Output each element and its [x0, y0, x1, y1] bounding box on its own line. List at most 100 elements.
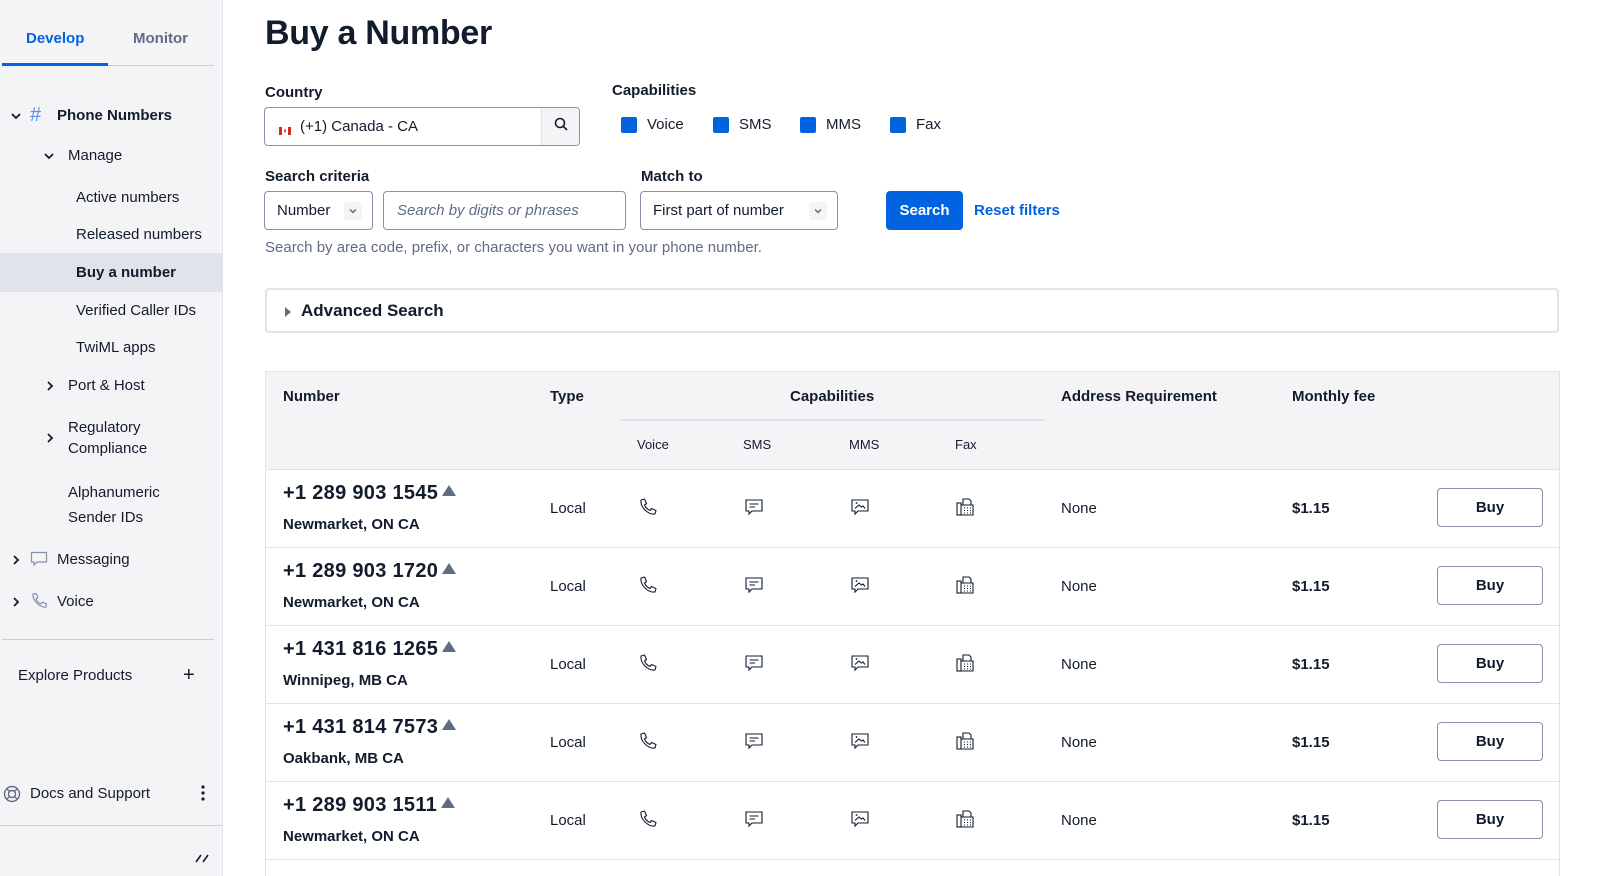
sidebar-item-verified-caller-ids[interactable]: Verified Caller IDs — [76, 301, 196, 321]
sidebar-item-phone-numbers[interactable]: Phone Numbers — [57, 106, 172, 126]
mms-capability-icon — [850, 731, 870, 751]
number-type: Local — [550, 656, 586, 673]
checkbox-checked[interactable] — [713, 116, 729, 133]
search-help-text: Search by area code, prefix, or characte… — [265, 239, 762, 256]
page-title: Buy a Number — [265, 14, 492, 52]
country-value: (+1) Canada - CA — [300, 118, 418, 135]
checkbox-checked[interactable] — [621, 116, 637, 133]
triangle-up-icon — [442, 641, 457, 652]
number-location: Winnipeg, MB CA — [283, 672, 408, 689]
sidebar-item-active-numbers[interactable]: Active numbers — [76, 188, 179, 208]
sms-capability-icon — [744, 731, 764, 751]
chevron-right-icon[interactable] — [12, 597, 20, 607]
country-select[interactable]: (+1) Canada - CA — [264, 107, 580, 146]
chevron-down-icon[interactable] — [44, 152, 54, 160]
hash-icon: # — [30, 104, 42, 126]
tab-monitor[interactable]: Monitor — [133, 30, 188, 47]
subheader-voice: Voice — [637, 437, 669, 452]
buy-button[interactable]: Buy — [1437, 488, 1543, 527]
header-capabilities: Capabilities — [790, 388, 875, 405]
search-criteria-select[interactable]: Number — [264, 191, 373, 230]
monthly-fee: $1.15 — [1292, 578, 1330, 595]
capability-voice-label: Voice — [647, 116, 684, 133]
buy-button[interactable]: Buy — [1437, 722, 1543, 761]
voice-capability-icon — [638, 497, 658, 517]
country-search-button[interactable] — [541, 108, 579, 145]
address-requirement: None — [1061, 500, 1097, 517]
chevron-down-icon — [809, 202, 827, 220]
sidebar-item-buy-a-number[interactable]: Buy a number — [76, 263, 176, 283]
sidebar-item-voice[interactable]: Voice — [57, 592, 94, 612]
triangle-up-icon — [442, 563, 457, 574]
voice-capability-icon — [638, 809, 658, 829]
tab-develop[interactable]: Develop — [26, 30, 84, 47]
chevron-right-icon[interactable] — [46, 381, 54, 391]
search-button[interactable]: Search — [886, 191, 963, 230]
sidebar-item-messaging[interactable]: Messaging — [57, 550, 130, 570]
address-requirement: None — [1061, 734, 1097, 751]
country-label: Country — [265, 84, 323, 101]
sidebar-tabs: Develop Monitor — [2, 0, 214, 66]
phone-number-text: +1 289 903 1720 — [283, 560, 439, 582]
capabilities-header-divider — [620, 419, 1045, 421]
phone-number[interactable]: +1 431 814 7573 — [283, 716, 457, 739]
alphanumeric-line2: Sender IDs — [68, 509, 144, 526]
checkbox-checked[interactable] — [890, 116, 906, 133]
table-row: +1 289 903 1545 Newmarket, ON CA Local N… — [266, 470, 1559, 548]
collapse-sidebar-icon[interactable] — [194, 850, 210, 870]
sms-capability-icon — [744, 653, 764, 673]
docs-and-support-label[interactable]: Docs and Support — [30, 784, 150, 804]
table-row: +1 431 814 7573 Oakbank, MB CA Local Non… — [266, 704, 1559, 782]
number-type: Local — [550, 734, 586, 751]
fax-capability-icon — [955, 731, 975, 751]
buy-button[interactable]: Buy — [1437, 800, 1543, 839]
phone-number[interactable]: +1 289 903 1720 — [283, 560, 457, 583]
phone-number-text: +1 431 814 7573 — [283, 716, 439, 738]
search-icon — [554, 117, 568, 136]
more-vertical-icon[interactable] — [200, 784, 206, 808]
sidebar-item-manage[interactable]: Manage — [68, 146, 122, 166]
regulatory-line1: Regulatory — [68, 419, 141, 436]
chevron-right-icon[interactable] — [46, 433, 54, 443]
table-row: +1 431 816 1265 Winnipeg, MB CA Local No… — [266, 626, 1559, 704]
match-to-select[interactable]: First part of number — [640, 191, 838, 230]
capability-mms-label: MMS — [826, 116, 861, 133]
checkbox-checked[interactable] — [800, 116, 816, 133]
advanced-search-toggle[interactable]: Advanced Search — [265, 288, 1559, 333]
phone-number[interactable]: +1 289 903 1545 — [283, 482, 457, 505]
header-address-requirement: Address Requirement — [1061, 388, 1217, 405]
search-digits-input[interactable] — [383, 191, 626, 230]
phone-number[interactable]: +1 289 903 1511 — [283, 794, 456, 817]
sidebar-item-port-host[interactable]: Port & Host — [68, 376, 145, 396]
buy-button[interactable]: Buy — [1437, 644, 1543, 683]
capability-voice-checkbox[interactable]: Voice — [621, 116, 684, 133]
triangle-up-icon — [442, 719, 457, 730]
sms-capability-icon — [744, 575, 764, 595]
chevron-down-icon — [344, 202, 362, 220]
buy-button[interactable]: Buy — [1437, 566, 1543, 605]
plus-icon[interactable]: + — [183, 665, 195, 685]
main-content: Buy a Number Country (+1) Canada - CA Ca… — [223, 0, 1600, 876]
subheader-mms: MMS — [849, 437, 880, 452]
capability-sms-checkbox[interactable]: SMS — [713, 116, 772, 133]
address-requirement: None — [1061, 578, 1097, 595]
chevron-right-icon[interactable] — [12, 555, 20, 565]
lifebuoy-icon — [3, 785, 21, 809]
phone-number-text: +1 431 816 1265 — [283, 638, 439, 660]
capability-mms-checkbox[interactable]: MMS — [800, 116, 861, 133]
table-row: +1 289 903 1511 Newmarket, ON CA Local N… — [266, 782, 1559, 860]
number-type: Local — [550, 500, 586, 517]
capability-fax-label: Fax — [916, 116, 942, 133]
sidebar-item-released-numbers[interactable]: Released numbers — [76, 225, 202, 245]
explore-products-label[interactable]: Explore Products — [18, 666, 132, 686]
header-type: Type — [550, 388, 584, 405]
monthly-fee: $1.15 — [1292, 656, 1330, 673]
sidebar-item-twiml-apps[interactable]: TwiML apps — [76, 338, 155, 358]
phone-number[interactable]: +1 431 816 1265 — [283, 638, 457, 661]
monthly-fee: $1.15 — [1292, 734, 1330, 751]
reset-filters-link[interactable]: Reset filters — [974, 202, 1060, 219]
voice-capability-icon — [638, 653, 658, 673]
sidebar-divider-bottom — [0, 825, 222, 826]
capability-fax-checkbox[interactable]: Fax — [890, 116, 941, 133]
chevron-down-icon[interactable] — [11, 112, 21, 120]
